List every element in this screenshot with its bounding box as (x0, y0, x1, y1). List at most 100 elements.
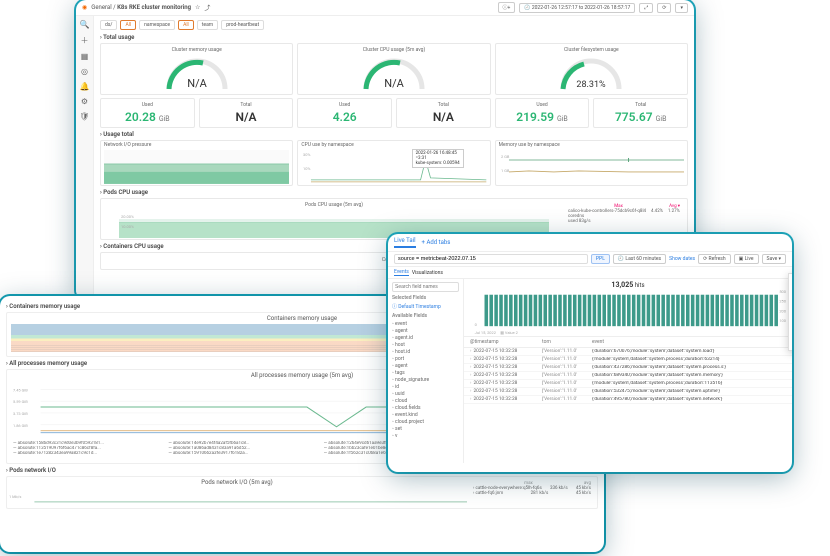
histogram-panel: 13,025 hits 0 Jul 15, 2022 ▦ Value 2 500… (464, 279, 792, 337)
log-row[interactable]: 2022-07-15 10:32:28['Version':'1.11.0'{'… (464, 380, 792, 388)
field-item[interactable]: ◦ cloud (392, 397, 459, 404)
svg-text:▦ Value 2: ▦ Value 2 (500, 330, 518, 335)
field-item[interactable]: ◦ v (392, 432, 459, 439)
svg-text:20.00%: 20.00% (121, 214, 134, 219)
star-icon[interactable] (195, 4, 200, 11)
field-item[interactable]: ◦ node_signature (392, 376, 459, 383)
panel-title: Total (240, 102, 251, 108)
log-row[interactable]: 2022-07-15 10:32:28['Version':'1.11.0'{'… (464, 372, 792, 380)
stat-value: 4.26 (333, 110, 357, 124)
section-header[interactable]: › Usage total (100, 131, 688, 138)
log-row[interactable]: 2022-07-15 10:32:28['Version':'1.11.0'{'… (464, 356, 792, 364)
zoom-out-button[interactable]: ⤢ (639, 3, 653, 13)
field-item[interactable]: ◦ event (392, 320, 459, 327)
legend-item[interactable]: — absolute:15910662a3fe3917f6182a... (168, 451, 315, 456)
menu-item[interactable]: Stop (791, 276, 792, 284)
search-icon[interactable]: 🔍 (80, 20, 90, 29)
field-item[interactable]: ◦ set (392, 425, 459, 432)
alert-icon[interactable]: 🔔 (80, 82, 90, 91)
log-tabs: Live Tail + Add tabs (388, 234, 792, 252)
add-panel-button[interactable]: ⓘ+ (498, 2, 516, 13)
field-item[interactable]: ◦ agent (392, 327, 459, 334)
col-header[interactable]: @timestamp (470, 339, 542, 345)
save-button[interactable]: Save ▾ (762, 254, 786, 264)
gear-icon[interactable]: ⚙ (81, 97, 88, 106)
tag[interactable]: prod-heartbeat (221, 20, 264, 30)
tab-visualizations[interactable]: Visualizations (412, 270, 443, 276)
refresh-button[interactable]: ⟳ (657, 3, 671, 13)
show-dates-link[interactable]: Show dates (669, 256, 695, 262)
svg-text:1.86 GiB: 1.86 GiB (13, 423, 28, 428)
menu-item[interactable]: 30m (791, 324, 792, 332)
live-button[interactable]: ▣ Live (734, 254, 759, 264)
dashboards-icon[interactable]: ▦ (81, 52, 89, 61)
refresh-button[interactable]: ⟳ Refresh (698, 254, 731, 264)
tag[interactable]: All (120, 20, 136, 30)
breadcrumb[interactable]: General / K8s RKE cluster monitoring (91, 4, 191, 11)
field-item[interactable]: ◦ id (392, 383, 459, 390)
panel-title: Used (339, 102, 350, 108)
stat-value: 219.59 GiB (516, 110, 568, 124)
fields-header: Available Fields (392, 313, 459, 319)
chart-panel: CPU use by namespace 30%10% 2022-01-26 1… (297, 140, 490, 186)
panel-title: Pods network I/O (5m avg) (7, 477, 467, 488)
shield-icon[interactable]: 🛡 (79, 112, 89, 121)
line-chart: 1 Mb/s (7, 488, 467, 506)
plus-icon[interactable]: ＋ (81, 35, 89, 46)
add-tabs-button[interactable]: + Add tabs (422, 239, 451, 246)
field-item[interactable]: ◦ cloud.fields (392, 404, 459, 411)
svg-text:N/A: N/A (384, 77, 404, 90)
explore-icon[interactable]: ◎ (81, 67, 88, 76)
tag[interactable]: ds/ (100, 20, 117, 30)
svg-text:10%: 10% (303, 166, 310, 171)
tab-live-tail[interactable]: Live Tail (394, 237, 416, 248)
tag[interactable]: namespace (139, 20, 175, 30)
log-row[interactable]: 2022-07-15 10:32:28['Version':'1.11.0'{'… (464, 348, 792, 356)
section-header[interactable]: › Pods CPU usage (100, 189, 688, 196)
share-icon[interactable]: ⤴ (204, 3, 210, 12)
menu-item[interactable]: 5m (791, 308, 792, 316)
panel-title: Cluster filesystem usage (564, 47, 619, 53)
stat-panel: TotalN/A (396, 98, 491, 128)
field-item[interactable]: ◦ agent.id (392, 334, 459, 341)
log-row[interactable]: 2022-07-15 10:32:28['Version':'1.11.0'{'… (464, 396, 792, 404)
field-search-input[interactable] (392, 282, 459, 292)
menu-item[interactable]: 1h (791, 292, 792, 300)
log-row[interactable]: 2022-07-15 10:32:28['Version':'1.11.0'{'… (464, 364, 792, 372)
stat-panel: Used219.59 GiB (495, 98, 590, 128)
field-item[interactable]: ◦ host (392, 341, 459, 348)
field-item[interactable]: ⓘ Default Timestamp (392, 302, 459, 310)
col-header[interactable]: event (592, 339, 786, 345)
field-item[interactable]: ◦ event.kind (392, 411, 459, 418)
menu-item[interactable]: 15m (791, 316, 792, 324)
col-header[interactable]: tom (542, 339, 592, 345)
time-range-picker[interactable]: 🕘 2022-01-26 12:57:17 to 2022-01-26 18:5… (519, 3, 635, 13)
legend-item[interactable]: — absolute:1e71282343ea99a821c9c1d... (13, 451, 160, 456)
fields-header: Selected Fields (392, 295, 459, 301)
gauge-chart: 28.31% (557, 55, 625, 91)
field-item[interactable]: ◦ agent (392, 362, 459, 369)
lang-toggle[interactable]: PPL (591, 254, 610, 264)
section-header[interactable]: › Total usage (100, 34, 688, 41)
menu-item[interactable]: 1h (791, 332, 792, 340)
field-item[interactable]: ◦ host.id (392, 348, 459, 355)
tag[interactable]: team (197, 20, 218, 30)
field-item[interactable]: ◦ tags (392, 369, 459, 376)
interval-menu[interactable]: Stop1m1h2h5m15m30m1h2h (788, 273, 792, 351)
menu-item[interactable]: 1m (791, 284, 792, 292)
log-explorer-window: Live Tail + Add tabs PPL 🕘 Last 60 minut… (388, 234, 792, 472)
menu-item[interactable]: 2h (791, 340, 792, 348)
field-item[interactable]: ◦ uuid (392, 390, 459, 397)
query-input[interactable] (394, 254, 588, 264)
field-item[interactable]: ◦ cloud.project (392, 418, 459, 425)
log-row[interactable]: 2022-07-15 10:32:28['Version':'1.11.0'{'… (464, 388, 792, 396)
tab-events[interactable]: Events (394, 269, 409, 276)
field-item[interactable]: ◦ port (392, 355, 459, 362)
panel-title: Total (635, 102, 646, 108)
area-chart (104, 150, 289, 184)
tag[interactable]: All (178, 20, 194, 30)
settings-button[interactable]: ▾ (675, 3, 688, 13)
svg-text:30%: 30% (303, 152, 310, 157)
menu-item[interactable]: 2h (791, 300, 792, 308)
time-picker[interactable]: 🕘 Last 60 minutes (613, 254, 666, 264)
